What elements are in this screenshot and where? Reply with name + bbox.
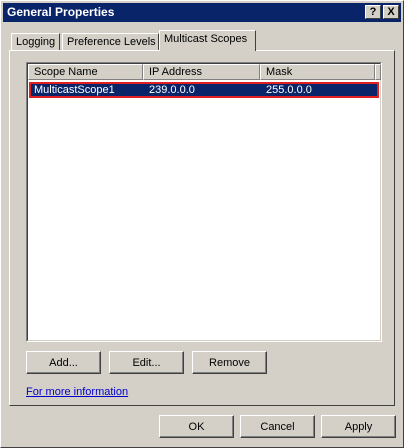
more-information-link[interactable]: For more information — [26, 386, 128, 398]
close-icon: X — [387, 6, 395, 18]
cancel-button[interactable]: Cancel — [240, 415, 315, 438]
add-button[interactable]: Add... — [26, 351, 101, 374]
column-header-mask[interactable]: Mask — [260, 64, 375, 80]
help-icon: ? — [369, 6, 377, 18]
column-header-label: Mask — [266, 66, 293, 78]
window-title: General Properties — [7, 5, 115, 19]
tab-multicast-scopes[interactable]: Multicast Scopes — [159, 30, 256, 51]
column-header-label: IP Address — [149, 66, 202, 78]
cell-ip-address: 239.0.0.0 — [149, 84, 195, 96]
properties-dialog: General Properties ? X Logging Preferenc… — [0, 0, 404, 448]
tab-panel: Scope Name IP Address Mask MulticastScop… — [9, 50, 395, 406]
edit-button[interactable]: Edit... — [109, 351, 184, 374]
cell-scope-name: MulticastScope1 — [34, 84, 115, 96]
help-button[interactable]: ? — [365, 5, 381, 19]
column-header-label: Scope Name — [34, 66, 98, 78]
column-header-filler — [375, 64, 381, 80]
list-header: Scope Name IP Address Mask — [28, 64, 381, 80]
list-frame: Scope Name IP Address Mask MulticastScop… — [27, 63, 381, 341]
tab-logging[interactable]: Logging — [11, 33, 60, 51]
scope-list[interactable]: Scope Name IP Address Mask MulticastScop… — [26, 62, 382, 342]
column-header-scope-name[interactable]: Scope Name — [28, 64, 143, 80]
cell-mask: 255.0.0.0 — [266, 84, 312, 96]
apply-button[interactable]: Apply — [321, 415, 396, 438]
remove-button[interactable]: Remove — [192, 351, 267, 374]
ok-button[interactable]: OK — [159, 415, 234, 438]
close-button[interactable]: X — [383, 5, 399, 19]
table-row[interactable]: MulticastScope1 239.0.0.0 255.0.0.0 — [29, 82, 379, 98]
column-header-ip-address[interactable]: IP Address — [143, 64, 260, 80]
tab-preference-levels-label: Preference Levels — [67, 36, 156, 48]
title-bar[interactable]: General Properties ? X — [3, 3, 401, 22]
tab-logging-label: Logging — [16, 36, 56, 48]
tab-preference-levels[interactable]: Preference Levels — [62, 33, 159, 51]
tab-multicast-scopes-label: Multicast Scopes — [164, 33, 248, 45]
